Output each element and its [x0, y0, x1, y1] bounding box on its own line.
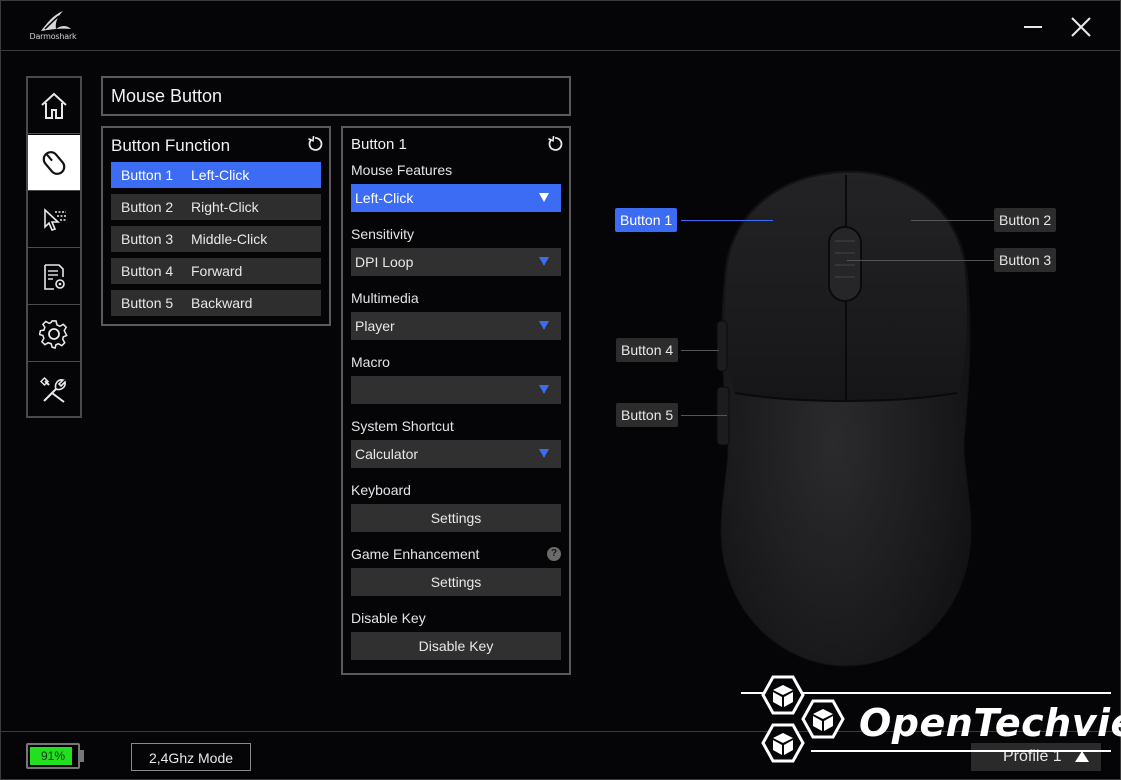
nav-item-settings[interactable] — [28, 306, 80, 362]
mouse-tag-button-1[interactable]: Button 1 — [615, 208, 678, 232]
button-row-name: Button 4 — [121, 263, 174, 279]
reset-button[interactable] — [307, 135, 323, 152]
button-settings-heading: Button 1 — [351, 136, 407, 153]
macro-label: Macro — [351, 354, 390, 370]
sensitivity-label: Sensitivity — [351, 226, 415, 242]
keyboard-settings-button[interactable]: Settings — [351, 504, 561, 532]
nav-item-tools[interactable] — [28, 363, 80, 419]
reset-icon — [548, 135, 563, 151]
system-shortcut-label: System Shortcut — [351, 418, 454, 434]
mouse-features-label: Mouse Features — [351, 162, 453, 178]
mouse-tag-button-4[interactable]: Button 4 — [616, 338, 679, 362]
button-4-leader — [681, 350, 719, 351]
nav-item-home[interactable] — [28, 78, 80, 134]
page-title: Mouse Button — [101, 76, 571, 116]
dropdown-arrow-icon — [539, 193, 549, 202]
button-function-panel: Button Function Button 1 Left-Click Butto… — [101, 126, 331, 326]
tools-icon — [39, 376, 66, 403]
button-row-5[interactable]: Button 5 Backward — [111, 290, 321, 316]
brand-name: Darmoshark — [29, 32, 77, 41]
minimize-icon — [1024, 26, 1042, 28]
dropdown-arrow-icon — [539, 449, 549, 458]
button-row-function: Forward — [191, 263, 243, 279]
shark-fin-icon — [41, 11, 71, 31]
dropdown-arrow-icon — [539, 321, 549, 330]
reset-icon — [308, 135, 323, 151]
button-row-function: Right-Click — [191, 199, 259, 215]
close-button[interactable] — [1067, 13, 1095, 41]
help-icon[interactable]: ? — [547, 547, 561, 561]
brand-logo: Darmoshark — [23, 9, 83, 45]
mouse-tag-button-3[interactable]: Button 3 — [994, 248, 1057, 272]
button-row-function: Left-Click — [191, 167, 250, 183]
button-row-function: Middle-Click — [191, 231, 268, 247]
disable-key-label: Disable Key — [351, 610, 426, 626]
battery-percent: 91% — [40, 749, 66, 763]
button-row-name: Button 2 — [121, 199, 174, 215]
button-2-leader — [911, 220, 994, 221]
dropdown-arrow-icon — [539, 257, 549, 266]
sensitivity-dropdown[interactable]: DPI Loop — [351, 248, 561, 276]
button-function-heading: Button Function — [111, 136, 231, 155]
nav-item-macro[interactable] — [28, 249, 80, 305]
reset-button[interactable] — [547, 135, 563, 152]
button-3-leader — [847, 260, 994, 261]
title-bar: Darmoshark — [1, 1, 1120, 51]
home-icon — [41, 92, 67, 119]
connection-mode[interactable]: 2,4Ghz Mode — [131, 743, 251, 771]
button-row-name: Button 1 — [121, 167, 174, 183]
sidebar-nav — [26, 76, 82, 418]
mouse-illustration — [716, 170, 972, 667]
mouse-features-value: Left-Click — [355, 190, 414, 206]
app-window: Darmoshark Mouse Button Button Function … — [0, 0, 1121, 780]
system-shortcut-value: Calculator — [355, 446, 419, 462]
button-row-1[interactable]: Button 1 Left-Click — [111, 162, 321, 188]
nav-item-performance[interactable] — [28, 192, 80, 248]
button-settings-panel: Button 1 Mouse Features Left-Click Sensi… — [341, 126, 571, 675]
button-row-3[interactable]: Button 3 Middle-Click — [111, 226, 321, 252]
game-enhancement-label: Game Enhancement — [351, 546, 480, 562]
document-gear-icon — [44, 263, 65, 290]
system-shortcut-dropdown[interactable]: Calculator — [351, 440, 561, 468]
keyboard-label: Keyboard — [351, 482, 411, 498]
watermark-text: OpenTechview — [859, 701, 1121, 745]
multimedia-label: Multimedia — [351, 290, 419, 306]
mouse-tag-button-5[interactable]: Button 5 — [616, 403, 679, 427]
nav-item-mouse-button[interactable] — [28, 135, 80, 191]
minimize-button[interactable] — [1019, 13, 1047, 41]
multimedia-value: Player — [355, 318, 395, 334]
game-enhancement-settings-button[interactable]: Settings — [351, 568, 561, 596]
watermark: OpenTechview — [741, 671, 1121, 776]
sensitivity-value: DPI Loop — [355, 254, 414, 270]
button-row-name: Button 5 — [121, 295, 174, 311]
disable-key-button[interactable]: Disable Key — [351, 632, 561, 660]
gear-icon — [39, 319, 68, 349]
mouse-icon — [42, 150, 66, 175]
multimedia-dropdown[interactable]: Player — [351, 312, 561, 340]
mouse-features-dropdown[interactable]: Left-Click — [351, 184, 561, 212]
button-5-leader — [681, 415, 727, 416]
battery-indicator: 91% — [26, 743, 80, 769]
button-row-name: Button 3 — [121, 231, 174, 247]
button-1-leader — [681, 220, 773, 221]
button-row-2[interactable]: Button 2 Right-Click — [111, 194, 321, 220]
macro-dropdown[interactable] — [351, 376, 561, 404]
cursor-icon — [44, 207, 66, 231]
mouse-tag-button-2[interactable]: Button 2 — [994, 208, 1057, 232]
dropdown-arrow-icon — [539, 385, 549, 394]
button-row-4[interactable]: Button 4 Forward — [111, 258, 321, 284]
battery-tip — [80, 750, 84, 762]
close-icon — [1071, 17, 1091, 37]
button-row-function: Backward — [191, 295, 253, 311]
